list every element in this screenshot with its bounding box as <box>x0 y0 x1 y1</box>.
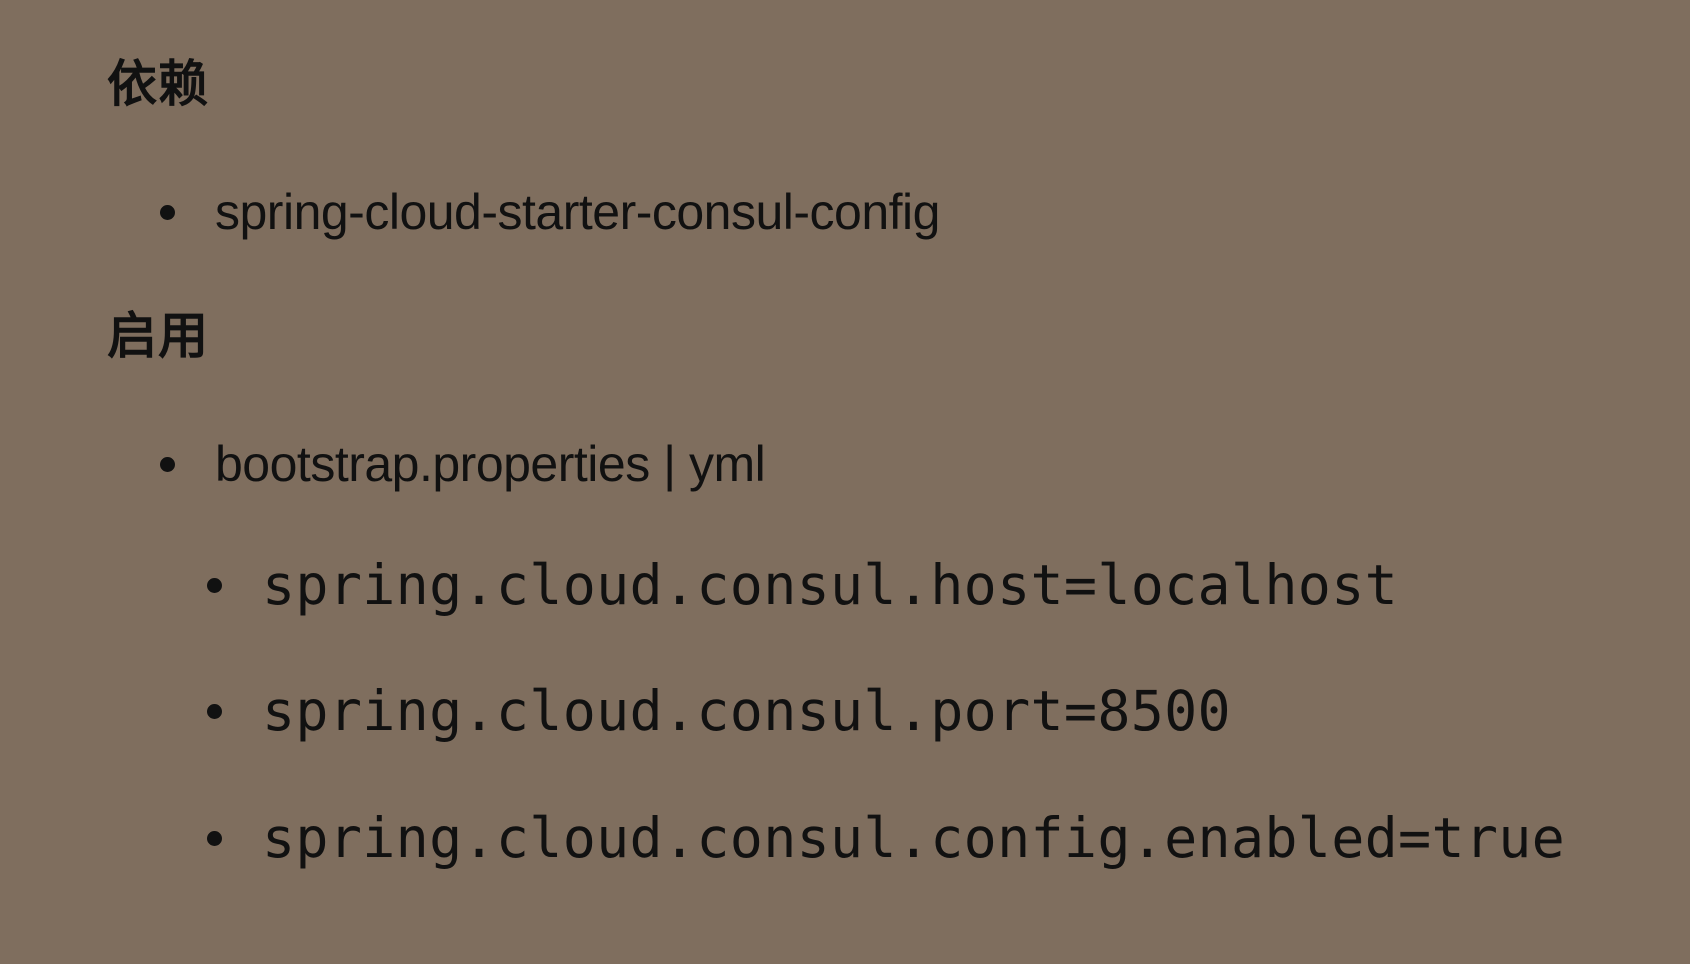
list-item-property: spring.cloud.consul.host=localhost <box>207 552 1398 618</box>
bullet-icon <box>207 577 222 593</box>
property-port: spring.cloud.consul.port=8500 <box>262 679 1231 743</box>
list-item-dependency: spring-cloud-starter-consul-config <box>160 182 940 242</box>
bullet-icon <box>207 703 222 719</box>
bullet-icon <box>207 830 222 846</box>
config-file-name: bootstrap.properties | yml <box>215 436 766 492</box>
list-item-property: spring.cloud.consul.port=8500 <box>207 678 1231 744</box>
property-host: spring.cloud.consul.host=localhost <box>262 553 1399 617</box>
heading-dependencies: 依赖 <box>107 55 209 113</box>
slide: 依赖 spring-cloud-starter-consul-config 启用… <box>0 0 1690 964</box>
list-item-config-file: bootstrap.properties | yml <box>160 434 766 494</box>
property-config-enabled: spring.cloud.consul.config.enabled=true <box>262 806 1566 870</box>
heading-enable: 启用 <box>107 307 209 365</box>
bullet-icon <box>160 456 175 472</box>
list-item-property: spring.cloud.consul.config.enabled=true <box>207 805 1565 871</box>
dependency-name: spring-cloud-starter-consul-config <box>215 184 940 240</box>
bullet-icon <box>160 204 175 220</box>
